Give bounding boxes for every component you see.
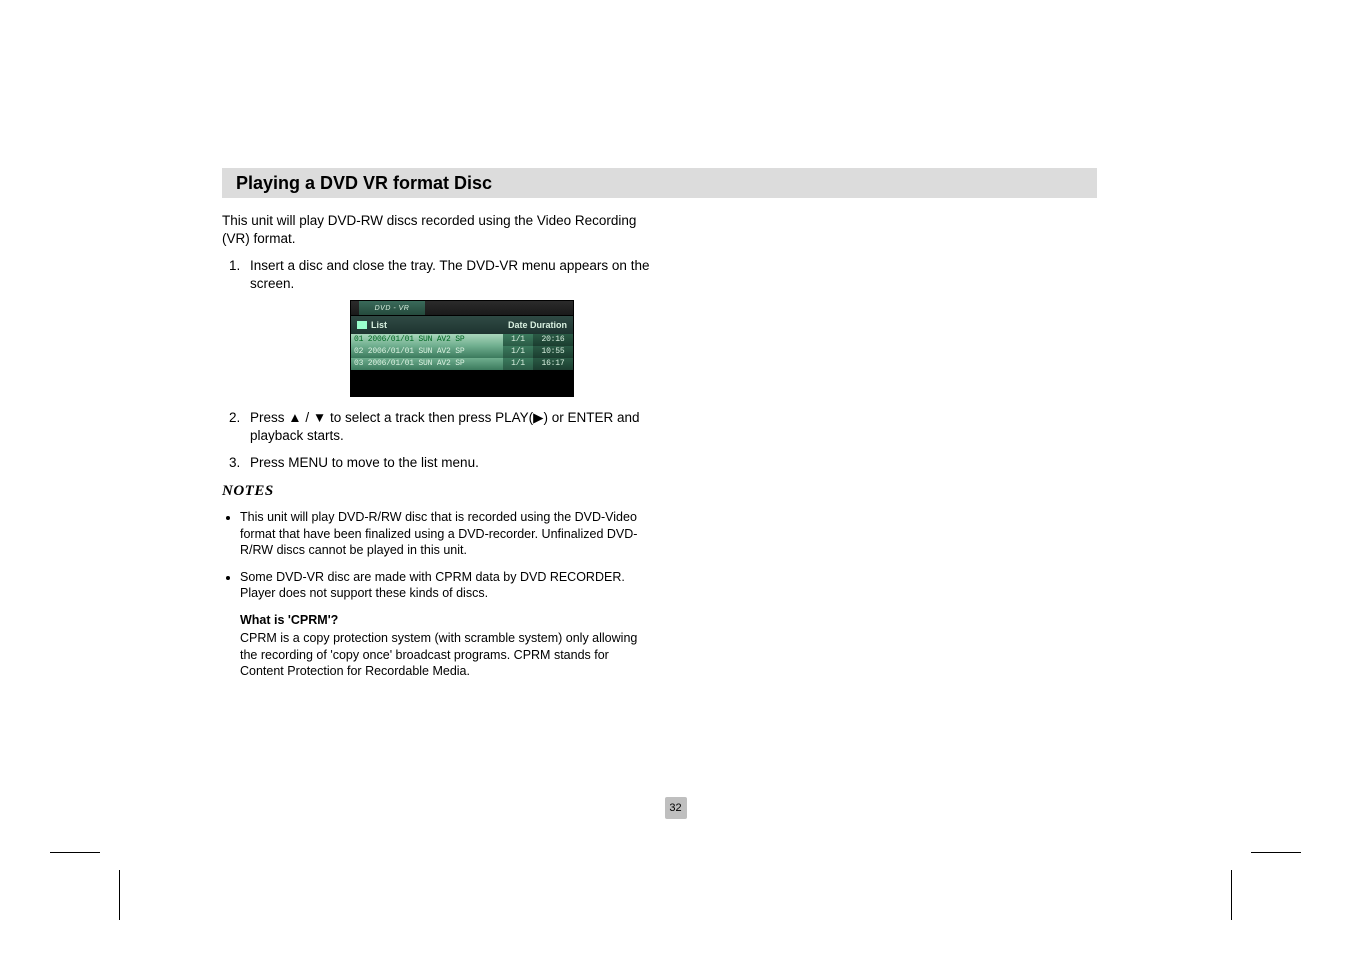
- notes-heading: NOTES: [222, 482, 652, 502]
- crop-mark: [1251, 852, 1301, 853]
- dvd-vr-header-date: Date: [508, 320, 528, 330]
- dvd-vr-titlebar: DVD - VR: [350, 300, 574, 316]
- dvd-vr-row: 02 2006/01/01 SUN AV2 SP 1/1 10:55: [351, 346, 573, 358]
- dvd-vr-list-header: List Date Duration: [350, 316, 574, 334]
- dvd-vr-row-main: 01 2006/01/01 SUN AV2 SP: [351, 334, 503, 346]
- note-2: Some DVD-VR disc are made with CPRM data…: [240, 569, 652, 602]
- intro-paragraph: This unit will play DVD-RW discs recorde…: [222, 212, 652, 247]
- note-1: This unit will play DVD-R/RW disc that i…: [240, 509, 652, 559]
- cprm-block: What is 'CPRM'? CPRM is a copy protectio…: [240, 612, 652, 680]
- dvd-vr-row-main: 02 2006/01/01 SUN AV2 SP: [351, 346, 503, 358]
- dvd-vr-tab: DVD - VR: [359, 301, 425, 315]
- content-column: Playing a DVD VR format Disc This unit w…: [222, 168, 1097, 680]
- dvd-vr-header-right: Date Duration: [508, 321, 567, 330]
- manual-page: Playing a DVD VR format Disc This unit w…: [0, 0, 1351, 954]
- crop-mark: [1231, 870, 1232, 920]
- down-arrow-icon: ▼: [313, 410, 326, 425]
- step-1: Insert a disc and close the tray. The DV…: [244, 257, 652, 397]
- step-2-text-b: to select a track then press PLAY(: [326, 410, 533, 425]
- crop-mark: [119, 870, 120, 920]
- play-icon: ▶: [533, 410, 543, 425]
- dvd-vr-row-duration: 10:55: [533, 346, 573, 358]
- dvd-vr-row-main: 03 2006/01/01 SUN AV2 SP: [351, 358, 503, 370]
- step-2: Press ▲ / ▼ to select a track then press…: [244, 409, 652, 444]
- step-3-text: Press MENU to move to the list menu.: [250, 455, 479, 470]
- dvd-vr-header-duration: Duration: [530, 320, 567, 330]
- dvd-vr-row-duration: 16:17: [533, 358, 573, 370]
- dvd-vr-row-date: 1/1: [503, 346, 533, 358]
- section-heading-bar: Playing a DVD VR format Disc: [222, 168, 1097, 198]
- step-3: Press MENU to move to the list menu.: [244, 454, 652, 472]
- dvd-vr-list-label-group: List: [357, 321, 387, 330]
- dvd-vr-row-date: 1/1: [503, 358, 533, 370]
- step-2-sep: /: [302, 410, 313, 425]
- notes-list: This unit will play DVD-R/RW disc that i…: [222, 509, 652, 602]
- dvd-vr-row-duration: 20:16: [533, 334, 573, 346]
- dvd-vr-row: 03 2006/01/01 SUN AV2 SP 1/1 16:17: [351, 358, 573, 370]
- step-2-text-a: Press: [250, 410, 288, 425]
- dvd-vr-row: 01 2006/01/01 SUN AV2 SP 1/1 20:16: [351, 334, 573, 346]
- cprm-question: What is 'CPRM'?: [240, 612, 652, 629]
- section-heading: Playing a DVD VR format Disc: [234, 173, 492, 194]
- steps-list: Insert a disc and close the tray. The DV…: [222, 257, 652, 472]
- heading-leftpad: [222, 168, 234, 198]
- crop-mark: [50, 852, 100, 853]
- step-1-text: Insert a disc and close the tray. The DV…: [250, 258, 649, 291]
- page-number: 32: [665, 797, 687, 819]
- cprm-answer: CPRM is a copy protection system (with s…: [240, 631, 637, 678]
- dvd-vr-list-label: List: [371, 321, 387, 330]
- list-icon: [357, 321, 367, 329]
- dvd-vr-menu-illustration: DVD - VR List Date Duration: [350, 300, 574, 397]
- dvd-vr-list-body: 01 2006/01/01 SUN AV2 SP 1/1 20:16 02 20…: [350, 334, 574, 397]
- body-column: This unit will play DVD-RW discs recorde…: [222, 212, 652, 680]
- dvd-vr-row-date: 1/1: [503, 334, 533, 346]
- up-arrow-icon: ▲: [288, 410, 301, 425]
